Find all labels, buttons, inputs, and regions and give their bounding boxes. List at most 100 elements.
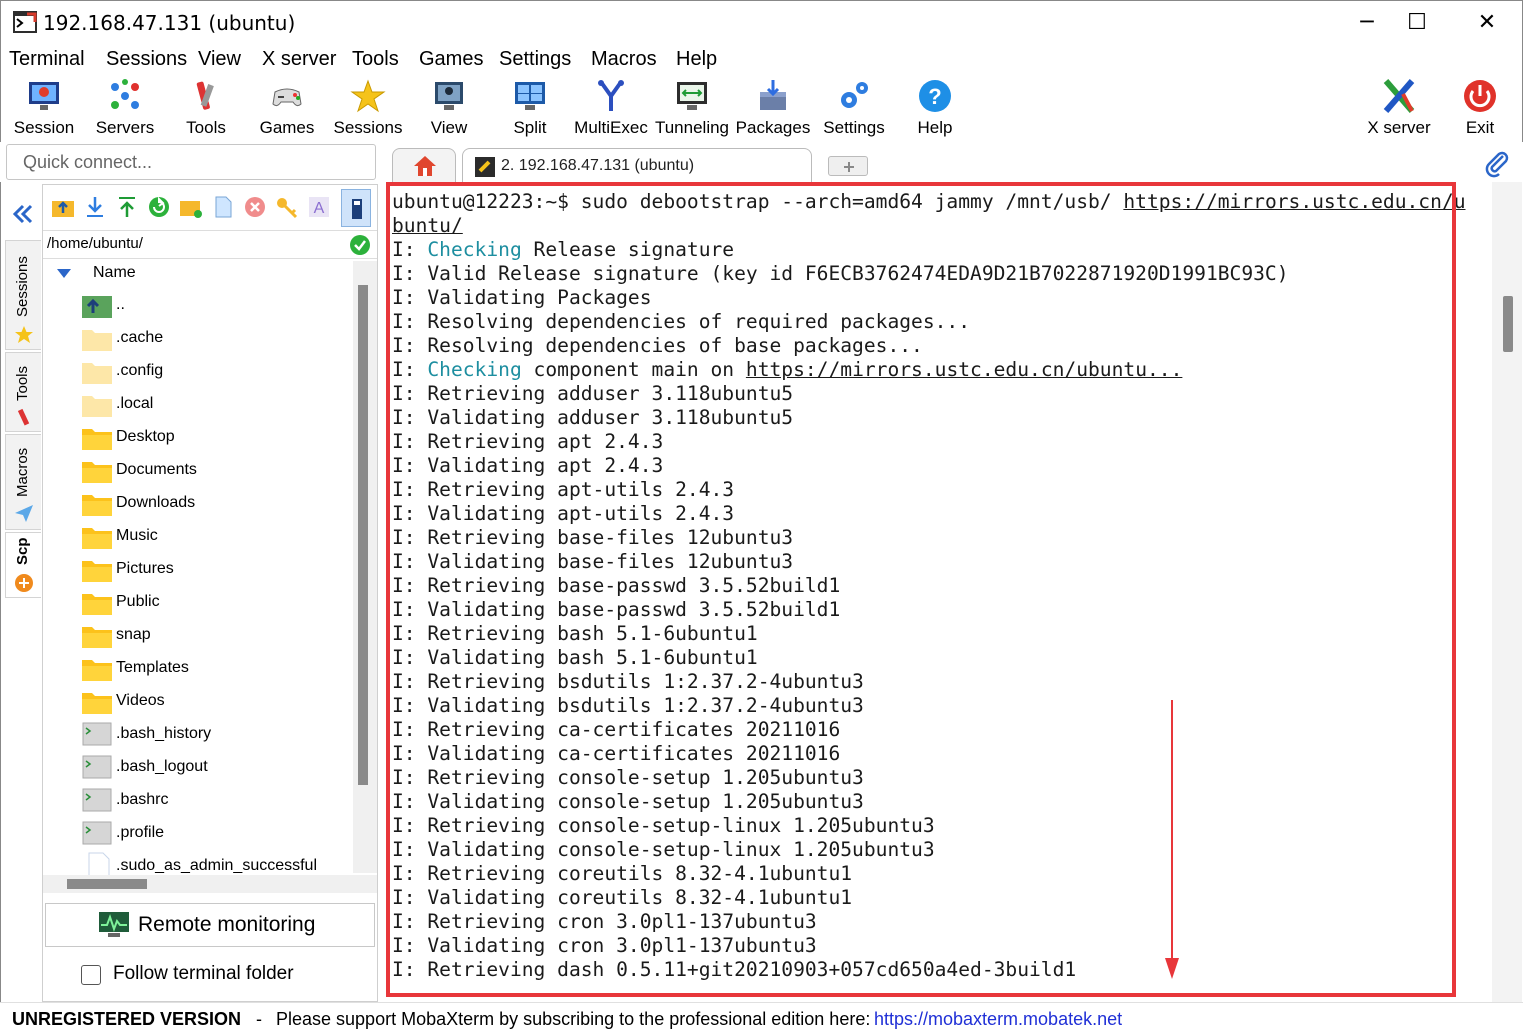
file-row[interactable]: .profile: [43, 817, 353, 850]
star-icon: [350, 79, 386, 113]
new-tab-button[interactable]: [828, 156, 868, 176]
plus-icon: [844, 162, 854, 172]
shell-file-icon: [82, 788, 112, 812]
file-row[interactable]: Videos: [43, 685, 353, 718]
menu-settings[interactable]: Settings: [499, 48, 571, 71]
tunneling-icon: [677, 82, 707, 110]
sort-arrow-icon[interactable]: [57, 269, 71, 279]
file-list-vscrollbar[interactable]: [353, 261, 377, 873]
hscroll-thumb[interactable]: [67, 879, 147, 889]
file-row[interactable]: .config: [43, 355, 353, 388]
monitor-session-icon: [29, 82, 59, 110]
file-row[interactable]: Templates: [43, 652, 353, 685]
shell-file-icon: [82, 755, 112, 779]
exit-button[interactable]: Exit: [1440, 78, 1520, 140]
file-row[interactable]: .local: [43, 388, 353, 421]
file-row[interactable]: Desktop: [43, 421, 353, 454]
side-tab-tools[interactable]: Tools: [5, 352, 41, 432]
menu-macros[interactable]: Macros: [591, 48, 657, 71]
permissions-key-icon[interactable]: [275, 195, 299, 219]
quick-connect-input[interactable]: [7, 145, 375, 179]
delete-icon[interactable]: [243, 195, 267, 219]
remote-monitoring-button[interactable]: Remote monitoring: [45, 903, 375, 947]
file-row[interactable]: Music: [43, 520, 353, 553]
file-name: .cache: [116, 329, 164, 346]
minimize-button[interactable]: ─: [1347, 9, 1387, 37]
down-arrow-annotation-icon: [1165, 700, 1179, 979]
tools-button[interactable]: Tools: [166, 78, 246, 140]
tab-bar: 2. 192.168.47.131 (ubuntu): [384, 146, 1523, 182]
help-button[interactable]: ? Help: [895, 78, 975, 140]
file-list-hscrollbar[interactable]: [43, 875, 377, 893]
status-bar: UNREGISTERED VERSION - Please support Mo…: [0, 1002, 1523, 1033]
file-row[interactable]: .bash_logout: [43, 751, 353, 784]
multiexec-button[interactable]: MultiExec: [571, 78, 651, 140]
menu-sessions[interactable]: Sessions: [106, 48, 187, 71]
packages-icon: [760, 80, 786, 110]
file-name: Downloads: [116, 494, 196, 511]
usb-drive-button[interactable]: [341, 189, 371, 227]
session-button[interactable]: Session: [4, 78, 84, 140]
menu-terminal[interactable]: Terminal: [9, 48, 85, 71]
file-row[interactable]: .cache: [43, 322, 353, 355]
help-icon: ?: [919, 80, 951, 112]
view-button[interactable]: View: [409, 78, 489, 140]
follow-terminal-checkbox[interactable]: [81, 965, 101, 985]
file-row[interactable]: Downloads: [43, 487, 353, 520]
upload-icon[interactable]: [115, 195, 139, 219]
games-button[interactable]: Games: [247, 78, 327, 140]
file-row[interactable]: snap: [43, 619, 353, 652]
side-tab-scp[interactable]: Scp: [5, 532, 41, 598]
column-name[interactable]: Name: [93, 264, 136, 282]
maximize-button[interactable]: ☐: [1397, 9, 1437, 37]
vscroll-thumb[interactable]: [358, 285, 368, 785]
terminal-view[interactable]: ubuntu@12223:~$ sudo debootstrap --arch=…: [384, 182, 1494, 1002]
file-row[interactable]: .sudo_as_admin_successful: [43, 850, 353, 875]
side-tab-strip: Sessions Tools Macros Scp: [0, 182, 42, 1002]
mobaxterm-link[interactable]: https://mobaxterm.mobatek.net: [874, 1009, 1122, 1030]
tools-icon: [196, 81, 214, 110]
menu-help[interactable]: Help: [676, 48, 717, 71]
new-file-icon[interactable]: [211, 195, 235, 219]
file-row[interactable]: Documents: [43, 454, 353, 487]
file-name: .sudo_as_admin_successful: [116, 857, 318, 874]
file-row[interactable]: .bashrc: [43, 784, 353, 817]
home-tab[interactable]: [392, 148, 456, 182]
parent-folder-icon[interactable]: [51, 195, 75, 219]
menu-tools[interactable]: Tools: [352, 48, 399, 71]
file-row[interactable]: .bash_history: [43, 718, 353, 751]
packages-button[interactable]: Packages: [733, 78, 813, 140]
new-folder-icon[interactable]: [179, 195, 203, 219]
download-icon[interactable]: [83, 195, 107, 219]
file-list-header: Name: [43, 261, 353, 287]
file-row[interactable]: ..: [43, 289, 353, 322]
menu-bar: Terminal Sessions View X server Tools Ga…: [0, 44, 1523, 74]
close-button[interactable]: ✕: [1467, 9, 1507, 37]
menu-games[interactable]: Games: [419, 48, 483, 71]
settings-button[interactable]: Settings: [814, 78, 894, 140]
terminal-scroll-thumb[interactable]: [1503, 296, 1513, 352]
side-tab-sessions[interactable]: Sessions: [5, 240, 41, 350]
side-tab-macros[interactable]: Macros: [5, 434, 41, 530]
tunneling-button[interactable]: Tunneling: [652, 78, 732, 140]
split-button[interactable]: Split: [490, 78, 570, 140]
file-row[interactable]: Pictures: [43, 553, 353, 586]
servers-button[interactable]: Servers: [85, 78, 165, 140]
menu-xserver[interactable]: X server: [262, 48, 336, 71]
svg-text:A: A: [314, 200, 325, 217]
collapse-sidebar-icon[interactable]: [11, 202, 35, 226]
path-ok-icon[interactable]: [349, 234, 371, 256]
paper-plane-icon: [15, 505, 33, 522]
refresh-icon[interactable]: [147, 195, 171, 219]
file-name: .profile: [116, 824, 165, 841]
terminal-scrollbar[interactable]: [1492, 182, 1522, 1002]
sessions-button[interactable]: Sessions: [328, 78, 408, 140]
xserver-button[interactable]: X server: [1359, 78, 1439, 140]
rename-icon[interactable]: A: [307, 195, 331, 219]
paperclip-icon[interactable]: [1483, 150, 1511, 178]
menu-view[interactable]: View: [198, 48, 241, 71]
file-name: .bash_history: [116, 725, 212, 742]
current-path[interactable]: /home/ubuntu/: [47, 235, 143, 252]
file-row[interactable]: Public: [43, 586, 353, 619]
tab-session-ubuntu[interactable]: 2. 192.168.47.131 (ubuntu): [462, 148, 812, 182]
